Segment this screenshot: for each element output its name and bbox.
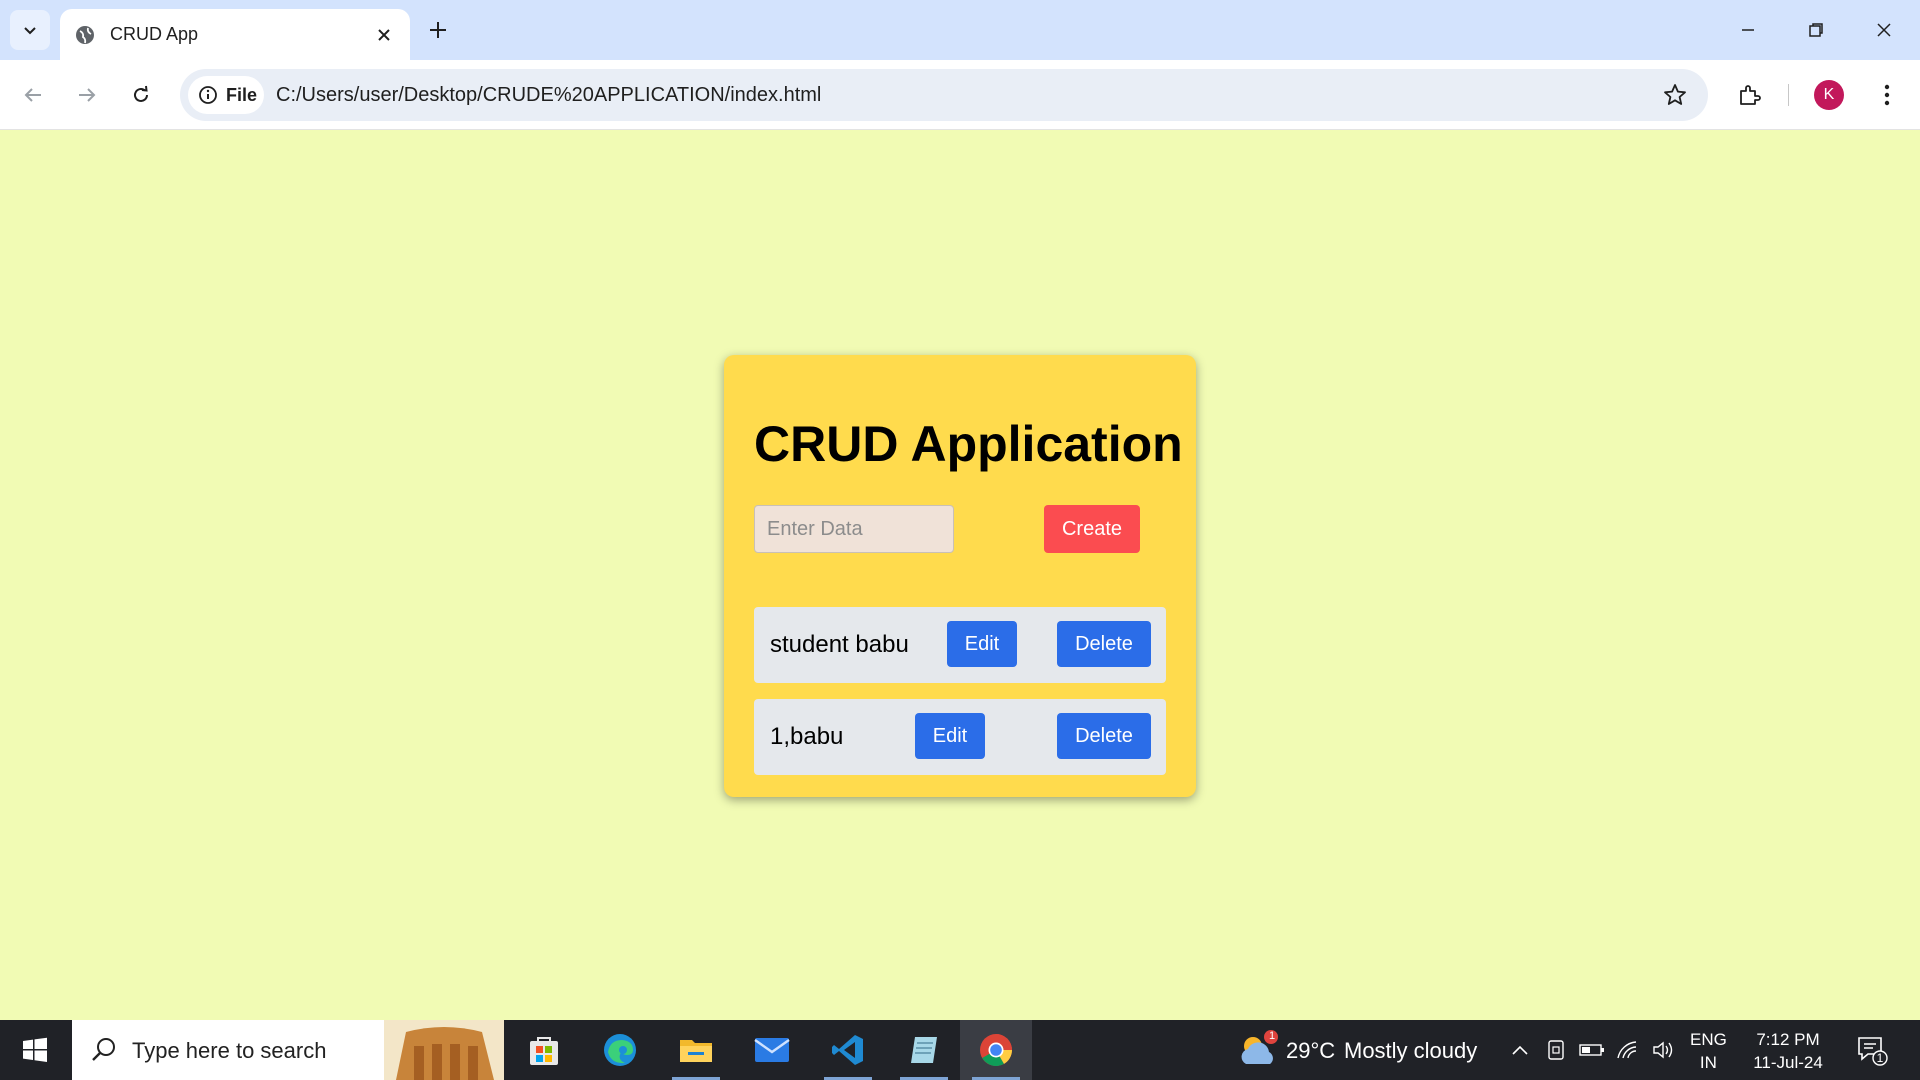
crud-card: CRUD Application Create student babu Edi… bbox=[724, 355, 1196, 797]
item-text: 1,babu bbox=[770, 723, 844, 750]
taskbar-file-explorer[interactable] bbox=[660, 1020, 732, 1080]
list-item: student babu Edit Delete bbox=[754, 607, 1166, 683]
clock-date: 11-Jul-24 bbox=[1753, 1053, 1823, 1072]
forward-button[interactable] bbox=[70, 78, 104, 112]
taskbar-chrome[interactable] bbox=[960, 1020, 1032, 1080]
puzzle-icon bbox=[1740, 85, 1761, 105]
file-explorer-icon bbox=[680, 1040, 712, 1062]
taskbar-mail[interactable] bbox=[736, 1020, 808, 1080]
browser-toolbar: File C:/Users/user/Desktop/CRUDE%20APPLI… bbox=[0, 60, 1920, 130]
browser-tab[interactable]: CRUD App bbox=[60, 9, 410, 60]
windows-logo-icon bbox=[23, 1037, 47, 1062]
clock[interactable]: 7:12 PM 11-Jul-24 bbox=[1750, 1028, 1826, 1074]
taskbar-vscode[interactable] bbox=[812, 1020, 884, 1080]
url-text[interactable]: C:/Users/user/Desktop/CRUDE%20APPLICATIO… bbox=[276, 84, 821, 107]
reload-button[interactable] bbox=[124, 78, 158, 112]
site-info-label: File bbox=[226, 84, 258, 105]
address-bar[interactable]: File C:/Users/user/Desktop/CRUDE%20APPLI… bbox=[180, 69, 1708, 121]
show-hidden-icons-button[interactable] bbox=[1506, 1036, 1534, 1064]
taskbar-search-placeholder: Type here to search bbox=[132, 1038, 327, 1063]
arrow-left-icon bbox=[24, 88, 41, 102]
taskbar-search[interactable]: Type here to search bbox=[72, 1020, 504, 1080]
network-button[interactable] bbox=[1614, 1036, 1642, 1064]
extensions-button[interactable] bbox=[1732, 78, 1766, 112]
search-highlight-image bbox=[384, 1020, 504, 1080]
edit-button[interactable]: Edit bbox=[915, 713, 985, 759]
bookmark-star-button[interactable] bbox=[1662, 82, 1688, 108]
chevron-up-icon bbox=[1512, 1045, 1528, 1055]
app-title: CRUD Application bbox=[754, 416, 1183, 472]
minimize-button[interactable] bbox=[1720, 12, 1776, 48]
page-body: CRUD Application Create student babu Edi… bbox=[0, 130, 1920, 1020]
tab-search-button[interactable] bbox=[10, 10, 50, 50]
edge-icon bbox=[604, 1034, 636, 1066]
delete-button[interactable]: Delete bbox=[1057, 621, 1151, 667]
battery-button[interactable] bbox=[1578, 1036, 1606, 1064]
more-vertical-icon bbox=[1884, 84, 1890, 106]
edit-button[interactable]: Edit bbox=[947, 621, 1017, 667]
minimize-icon bbox=[1742, 29, 1754, 31]
chevron-down-icon bbox=[24, 27, 36, 35]
device-icon bbox=[1548, 1040, 1564, 1060]
restore-button[interactable] bbox=[1788, 12, 1844, 48]
browser-tab-bar: CRUD App bbox=[0, 0, 1920, 60]
back-button[interactable] bbox=[16, 78, 50, 112]
vscode-icon bbox=[832, 1035, 863, 1065]
new-tab-button[interactable] bbox=[424, 16, 452, 44]
restore-icon bbox=[1809, 23, 1823, 37]
data-input[interactable] bbox=[754, 505, 954, 553]
store-icon bbox=[530, 1037, 558, 1065]
site-info-chip[interactable]: File bbox=[188, 76, 264, 114]
arrow-right-icon bbox=[79, 88, 96, 102]
close-window-button[interactable] bbox=[1856, 12, 1912, 48]
item-text: student babu bbox=[770, 631, 909, 658]
close-icon bbox=[1877, 23, 1891, 37]
taskbar-edge[interactable] bbox=[584, 1020, 656, 1080]
meet-now-button[interactable] bbox=[1542, 1036, 1570, 1064]
tab-title: CRUD App bbox=[110, 24, 199, 44]
plus-icon bbox=[430, 22, 446, 38]
info-icon bbox=[199, 86, 217, 104]
create-button[interactable]: Create bbox=[1044, 505, 1140, 553]
volume-button[interactable] bbox=[1650, 1036, 1678, 1064]
battery-icon bbox=[1579, 1044, 1604, 1056]
notification-count: 1 bbox=[1876, 1051, 1884, 1065]
list-item: 1,babu Edit Delete bbox=[754, 699, 1166, 775]
globe-icon bbox=[76, 25, 94, 44]
tab-close-icon[interactable] bbox=[372, 23, 396, 47]
star-icon bbox=[1664, 84, 1686, 105]
delete-button[interactable]: Delete bbox=[1057, 713, 1151, 759]
weather-temperature[interactable]: 29°C bbox=[1286, 1038, 1335, 1064]
chrome-icon bbox=[980, 1034, 1013, 1067]
windows-taskbar: Type here to search 1 29°C Mostly cloudy… bbox=[0, 1020, 1920, 1080]
input-language[interactable]: ENG IN bbox=[1690, 1028, 1727, 1074]
browser-menu-button[interactable] bbox=[1870, 78, 1904, 112]
search-icon bbox=[92, 1038, 115, 1061]
weather-badge: 1 bbox=[1268, 1030, 1276, 1042]
weather-description[interactable]: Mostly cloudy bbox=[1344, 1038, 1477, 1064]
notepad-icon bbox=[911, 1037, 937, 1063]
wifi-icon bbox=[1617, 1041, 1637, 1059]
speaker-icon bbox=[1653, 1041, 1673, 1059]
profile-avatar[interactable]: K bbox=[1814, 80, 1844, 110]
taskbar-store[interactable] bbox=[508, 1020, 580, 1080]
start-button[interactable] bbox=[0, 1020, 70, 1080]
language-code: ENG bbox=[1690, 1030, 1727, 1049]
clock-time: 7:12 PM bbox=[1756, 1030, 1820, 1049]
reload-icon bbox=[134, 85, 148, 102]
taskbar-notepad[interactable] bbox=[888, 1020, 960, 1080]
region-code: IN bbox=[1699, 1053, 1717, 1072]
mail-icon bbox=[754, 1038, 790, 1062]
toolbar-separator bbox=[1788, 84, 1789, 106]
